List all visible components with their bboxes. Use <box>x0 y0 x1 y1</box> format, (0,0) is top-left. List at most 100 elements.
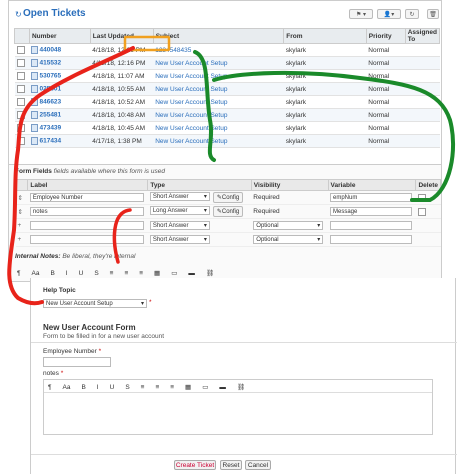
table-row[interactable]: 846623 4/18/18, 10:52 AM New User Account … <box>14 95 440 109</box>
column-header-updated[interactable]: Last Updated <box>89 28 154 44</box>
field-type-select[interactable]: Short Answer ▾ <box>149 221 210 230</box>
toolbar-button[interactable]: ▦ <box>185 384 191 391</box>
table-row[interactable]: 473439 4/18/18, 10:45 AM New User Account … <box>14 121 440 135</box>
toolbar-button[interactable]: ▭ <box>171 270 177 277</box>
field-label-input[interactable]: notes <box>29 207 144 216</box>
toolbar-button[interactable]: ▬ <box>219 384 226 391</box>
drag-handle-icon[interactable]: ⇕ <box>15 204 28 219</box>
form-field-row: ⇕ Employee Number Short Answer ▾ ✎ Config Req… <box>15 190 441 205</box>
toolbar-button[interactable]: ≡ <box>155 384 159 391</box>
column-header-from[interactable]: From <box>283 28 367 44</box>
ticket-subject[interactable]: New User Account Setup <box>153 69 284 83</box>
toolbar-button[interactable]: ≡ <box>139 270 143 277</box>
table-row[interactable]: 025601 4/18/18, 10:55 AM New User Account … <box>14 82 440 96</box>
field-label-input[interactable]: Employee Number <box>29 193 144 202</box>
ticket-subject[interactable]: 1234548435 <box>153 43 284 57</box>
ticket-subject[interactable]: New User Account Setup <box>153 134 284 148</box>
ticket-subject[interactable]: New User Account Setup <box>153 108 284 122</box>
ticket-number[interactable]: 473439 <box>29 121 91 135</box>
table-row[interactable]: 530765 4/18/18, 11:07 AM New User Account … <box>14 69 440 83</box>
toolbar-button[interactable]: S <box>94 270 98 277</box>
row-checkbox[interactable] <box>14 134 30 148</box>
field-type-select[interactable]: Long Answer ▾ <box>149 206 210 215</box>
table-row[interactable]: 440048 4/18/18, 12:26 PM 1234548435 skylark… <box>14 43 440 57</box>
toolbar-button[interactable]: B <box>81 384 85 391</box>
toolbar-button[interactable]: Aa <box>32 270 40 277</box>
field-variable-input[interactable]: empNum <box>330 193 412 202</box>
toolbar-button[interactable]: ¶ <box>17 270 21 277</box>
toolbar-button[interactable]: ⛓ <box>206 270 214 277</box>
field-label-input[interactable] <box>29 235 144 244</box>
field-label-input[interactable] <box>29 221 144 230</box>
create-ticket-button[interactable]: Create Ticket <box>174 460 216 470</box>
visibility-select[interactable]: Optional ▾ <box>253 221 324 230</box>
row-checkbox[interactable] <box>14 95 30 109</box>
field-variable-input[interactable]: Message <box>330 207 412 216</box>
toolbar-button[interactable]: B <box>50 270 54 277</box>
table-row[interactable]: 617434 4/17/18, 1:38 PM New User Account S… <box>14 134 440 148</box>
delete-checkbox[interactable] <box>417 207 426 216</box>
drag-handle-icon[interactable]: ⇕ <box>15 190 28 205</box>
toolbar-button[interactable]: ≡ <box>141 384 145 391</box>
toolbar-button[interactable]: U <box>79 270 84 277</box>
toolbar-button[interactable]: I <box>66 270 68 277</box>
toolbar-button[interactable]: ▬ <box>188 270 195 277</box>
notes-editor[interactable]: ¶ Aa B I U S ≡ ≡ ≡ ▦ ▭ ▬ ⛓ <box>43 379 433 435</box>
toolbar-button[interactable]: ≡ <box>124 270 128 277</box>
toolbar-button[interactable]: ▦ <box>154 270 160 277</box>
toolbar-button[interactable]: ▭ <box>202 384 208 391</box>
visibility-select[interactable]: Optional ▾ <box>253 235 324 244</box>
column-header-assigned[interactable]: Assigned To <box>404 28 441 44</box>
delete-checkbox[interactable] <box>417 193 426 202</box>
field-variable-input[interactable] <box>330 221 412 230</box>
row-checkbox[interactable] <box>14 82 30 96</box>
toolbar-button[interactable]: I <box>97 384 99 391</box>
cancel-button[interactable]: Cancel <box>245 460 271 470</box>
assign-button[interactable]: 👤▾ <box>377 9 401 19</box>
delete-button[interactable]: 🗑 <box>427 9 439 19</box>
refresh-button[interactable]: ↻ <box>405 9 419 19</box>
field-variable-input[interactable] <box>330 235 412 244</box>
field-type-select[interactable]: Short Answer ▾ <box>149 235 210 244</box>
toolbar-button[interactable]: ¶ <box>48 384 52 391</box>
row-checkbox[interactable] <box>14 43 30 57</box>
toolbar-button[interactable]: U <box>110 384 115 391</box>
field-type-select[interactable]: Short Answer ▾ <box>149 192 210 201</box>
config-button[interactable]: ✎ Config <box>212 206 244 217</box>
config-button[interactable]: ✎ Config <box>212 192 244 203</box>
help-topic-select[interactable]: New User Account Setup ▾ <box>43 299 147 308</box>
row-checkbox[interactable] <box>14 69 30 83</box>
toolbar-button[interactable]: ≡ <box>170 384 174 391</box>
row-checkbox[interactable] <box>14 108 30 122</box>
ticket-number[interactable]: 440048 <box>29 43 91 57</box>
ticket-number[interactable]: 846623 <box>29 95 91 109</box>
table-row[interactable]: 415532 4/18/18, 12:16 PM New User Account … <box>14 56 440 70</box>
ticket-number[interactable]: 255481 <box>29 108 91 122</box>
ticket-subject[interactable]: New User Account Setup <box>153 95 284 109</box>
flag-button[interactable]: ⚑ ▾ <box>349 9 373 19</box>
toolbar-button[interactable]: ⛓ <box>237 384 245 391</box>
row-checkbox[interactable] <box>14 56 30 70</box>
ticket-number[interactable]: 025601 <box>29 82 91 96</box>
toolbar-button[interactable]: Aa <box>63 384 71 391</box>
internal-notes-toolbar: ¶ Aa B I U S ≡ ≡ ≡ ▦ ▭ ▬ ⛓ <box>17 269 225 277</box>
ticket-number[interactable]: 530765 <box>29 69 91 83</box>
ticket-from: skylark <box>283 108 367 122</box>
reset-button[interactable]: Reset <box>220 460 242 470</box>
toolbar-button[interactable]: ≡ <box>110 270 114 277</box>
employee-number-input[interactable] <box>43 357 111 367</box>
column-header-subject[interactable]: Subject <box>152 28 285 44</box>
ticket-subject[interactable]: New User Account Setup <box>153 82 284 96</box>
toolbar-button[interactable]: S <box>125 384 129 391</box>
column-header-number[interactable]: Number <box>28 28 91 44</box>
ticket-number[interactable]: 415532 <box>29 56 91 70</box>
column-header-priority[interactable]: Priority <box>365 28 406 44</box>
ticket-subject[interactable]: New User Account Setup <box>153 121 284 135</box>
ticket-subject[interactable]: New User Account Setup <box>153 56 284 70</box>
ticket-number[interactable]: 617434 <box>29 134 91 148</box>
refresh-icon[interactable]: ↻ <box>15 10 22 19</box>
row-checkbox[interactable] <box>14 121 30 135</box>
drag-handle-icon[interactable]: + <box>15 232 28 247</box>
table-row[interactable]: 255481 4/18/18, 10:48 AM New User Account … <box>14 108 440 122</box>
drag-handle-icon[interactable]: + <box>15 218 28 233</box>
